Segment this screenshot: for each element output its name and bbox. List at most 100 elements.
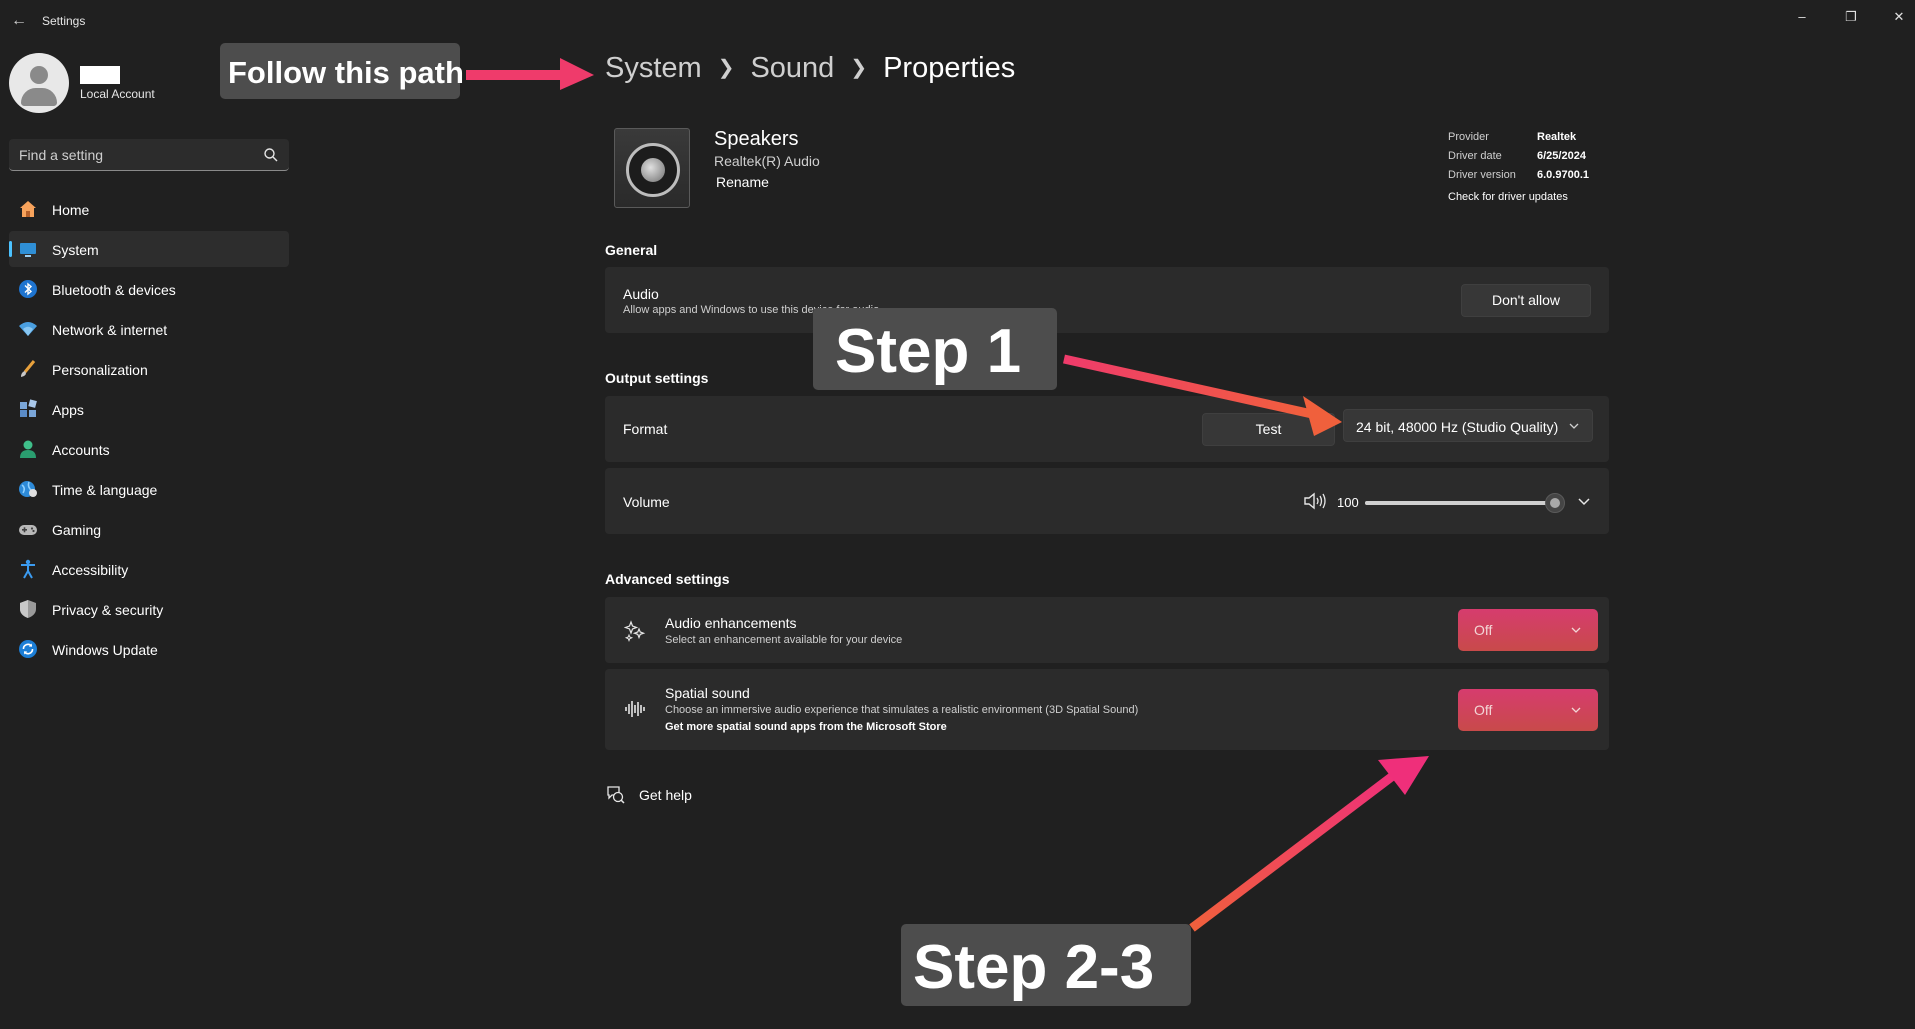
avatar[interactable] [9,53,69,113]
driver-info: Provider Realtek Driver date 6/25/2024 D… [1448,131,1628,188]
dont-allow-button[interactable]: Don't allow [1461,284,1591,317]
get-help-label: Get help [639,787,692,803]
driver-key: Driver version [1448,169,1516,181]
sparkle-icon [624,620,646,642]
driver-value: 6/25/2024 [1537,150,1586,162]
volume-slider[interactable] [1365,493,1565,513]
globe-icon [19,481,37,497]
spatial-sound-title: Spatial sound [665,685,750,701]
sidebar-item-gaming[interactable]: Gaming [9,511,289,547]
breadcrumb-properties: Properties [883,52,1016,84]
gamepad-icon [19,525,37,535]
sidebar-item-label: Windows Update [52,642,158,658]
breadcrumb-sound[interactable]: Sound [750,52,834,84]
breadcrumb-system[interactable]: System [605,52,702,84]
sidebar-item-privacy[interactable]: Privacy & security [9,591,289,627]
sidebar-item-network[interactable]: Network & internet [9,311,289,347]
audio-enhancements-dropdown[interactable]: Off [1458,609,1598,651]
spatial-sound-description: Choose an immersive audio experience tha… [665,704,1139,716]
sidebar-item-windows-update[interactable]: Windows Update [9,631,289,667]
sidebar-item-label: Apps [52,402,84,418]
output-heading: Output settings [605,370,709,386]
driver-row-version: Driver version 6.0.9700.1 [1448,169,1628,188]
step1-text: Step 1 [835,317,1022,386]
sound-wave-icon [625,701,645,717]
volume-value: 100 [1337,495,1359,510]
spatial-sound-value: Off [1474,702,1493,718]
audio-card: Audio Allow apps and Windows to use this… [605,267,1609,333]
step1-callout: Step 1 [813,308,1057,390]
microsoft-store-link[interactable]: Get more spatial sound apps from the Mic… [665,721,947,733]
search-icon[interactable] [263,147,279,163]
title-bar: ← Settings – ❐ ✕ [0,0,1915,42]
account-type: Local Account [80,87,155,101]
accounts-icon [20,440,36,458]
home-icon [20,201,36,217]
close-button[interactable]: ✕ [1879,4,1915,30]
bluetooth-icon [19,280,37,298]
brush-icon [21,360,36,377]
path-callout-text: Follow this path [228,55,464,90]
sidebar-item-label: Time & language [52,482,158,498]
driver-row-provider: Provider Realtek [1448,131,1628,150]
sidebar-item-time-language[interactable]: Time & language [9,471,289,507]
sidebar-item-system[interactable]: System [9,231,289,267]
check-driver-updates-link[interactable]: Check for driver updates [1448,191,1568,203]
sidebar-item-accessibility[interactable]: Accessibility [9,551,289,587]
speaker-cone [641,158,665,182]
chevron-down-icon[interactable] [1577,495,1591,507]
path-callout: Follow this path [220,43,464,99]
volume-card: Volume 100 [605,468,1609,534]
audio-enhancements-value: Off [1474,622,1493,638]
format-dropdown[interactable]: 24 bit, 48000 Hz (Studio Quality) [1343,409,1593,442]
sidebar-item-personalization[interactable]: Personalization [9,351,289,387]
driver-key: Provider [1448,131,1489,143]
sidebar-item-label: Gaming [52,522,102,538]
sidebar-item-label: Personalization [52,362,148,378]
chevron-right-icon: ❯ [717,57,735,79]
volume-icon[interactable] [1303,491,1327,511]
restore-button[interactable]: ❐ [1831,4,1871,30]
general-heading: General [605,242,658,258]
spatial-sound-dropdown[interactable]: Off [1458,689,1598,731]
device-name: Speakers [714,128,799,150]
sidebar-item-apps[interactable]: Apps [9,391,289,427]
chevron-down-icon [1571,627,1581,633]
sidebar-item-home[interactable]: Home [9,191,289,227]
app-title: Settings [42,14,86,28]
driver-key: Driver date [1448,150,1502,162]
format-label: Format [623,421,668,437]
driver-value: Realtek [1537,131,1577,143]
volume-label: Volume [623,494,670,510]
user-name-redacted [80,66,120,84]
format-card: Format Test 24 bit, 48000 Hz (Studio Qua… [605,396,1609,462]
search-input[interactable] [9,139,249,170]
sidebar-item-label: Accounts [52,442,110,458]
path-arrow [466,58,594,90]
rename-link[interactable]: Rename [716,174,769,190]
apps-icon [20,399,37,417]
search-box[interactable] [9,139,289,171]
sidebar-item-label: Home [52,202,90,218]
test-button[interactable]: Test [1202,413,1335,446]
minimize-button[interactable]: – [1782,4,1822,30]
chevron-down-icon [1571,707,1581,713]
driver-value: 6.0.9700.1 [1537,169,1589,181]
sidebar-item-accounts[interactable]: Accounts [9,431,289,467]
driver-row-date: Driver date 6/25/2024 [1448,150,1628,169]
back-arrow-icon[interactable]: ← [8,10,30,32]
audio-enhancements-card: Audio enhancements Select an enhancement… [605,597,1609,663]
help-chat-icon [607,786,625,804]
chevron-right-icon: ❯ [850,57,868,79]
wifi-icon [19,322,37,336]
get-help-link[interactable]: Get help [605,784,692,809]
update-icon [19,640,37,658]
audio-enhancements-description: Select an enhancement available for your… [665,634,903,646]
speaker-ring [626,143,680,197]
speaker-icon [614,128,690,208]
sidebar-item-bluetooth[interactable]: Bluetooth & devices [9,271,289,307]
volume-slider-thumb[interactable] [1545,493,1565,513]
spatial-sound-card: Spatial sound Choose an immersive audio … [605,669,1609,750]
audio-enhancements-title: Audio enhancements [665,615,797,631]
system-icon [20,243,36,257]
